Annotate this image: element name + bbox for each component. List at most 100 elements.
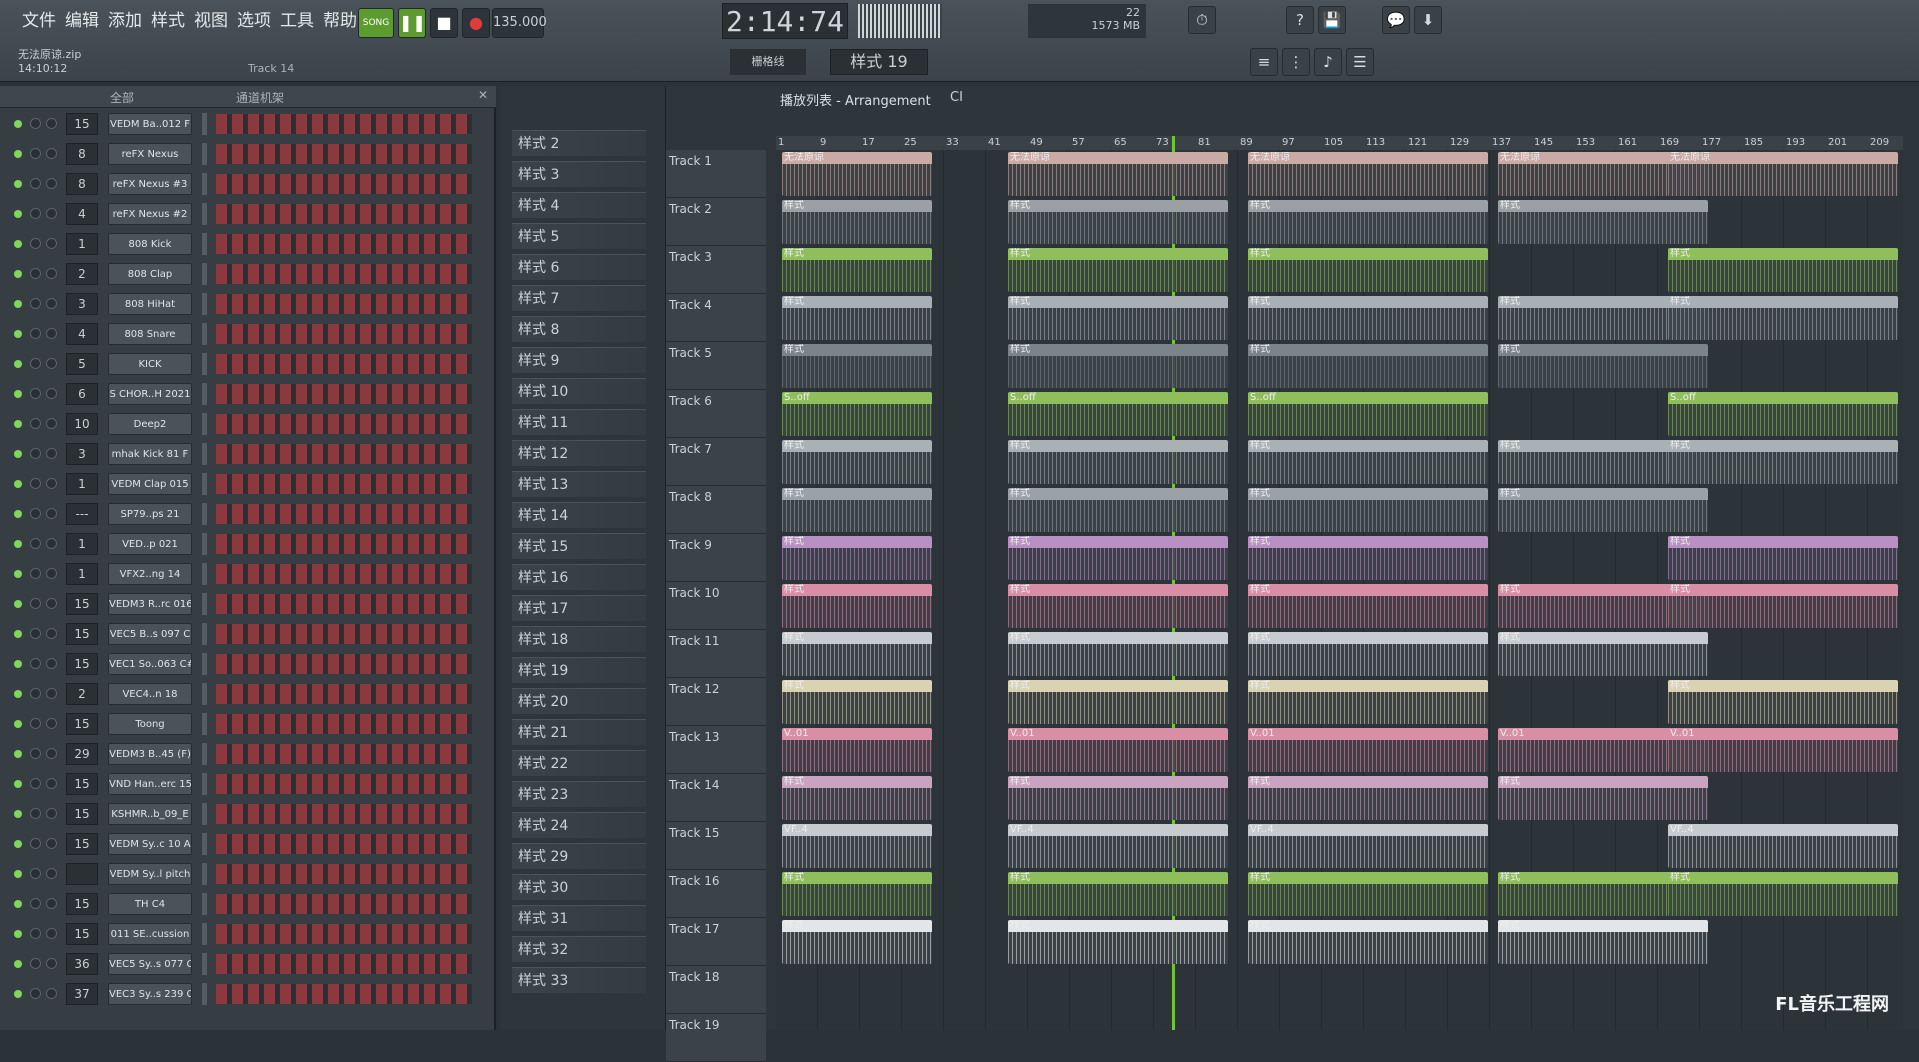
channel-name-button[interactable]: VEC5 B..s 097 C — [108, 623, 192, 645]
playlist-clip[interactable]: 样式 — [1498, 920, 1708, 964]
step-sequencer[interactable] — [216, 534, 472, 554]
channel-select[interactable] — [202, 533, 207, 555]
channel-name-button[interactable]: VEDM3 B..45 (F) — [108, 743, 192, 765]
volume-knob[interactable] — [46, 538, 57, 549]
pattern-item[interactable]: 样式 17 — [512, 595, 646, 621]
channel-name-button[interactable]: Deep2 — [108, 413, 192, 435]
mixer-track-number[interactable]: 6 — [66, 383, 98, 405]
pattern-item[interactable]: 样式 19 — [512, 657, 646, 683]
channel-name-button[interactable]: VND Han..erc 15 — [108, 773, 192, 795]
playlist-clip[interactable]: 样式 — [782, 872, 932, 916]
playlist-clip[interactable]: 样式 — [782, 584, 932, 628]
pan-knob[interactable] — [30, 118, 41, 129]
volume-knob[interactable] — [46, 238, 57, 249]
playlist-clip[interactable]: 样式 — [1248, 296, 1488, 340]
step-sequencer[interactable] — [216, 654, 472, 674]
playlist-clip[interactable]: V..01 — [1248, 728, 1488, 772]
playlist-clip[interactable]: VF..4 — [1008, 824, 1228, 868]
channel-enable-led[interactable] — [14, 360, 22, 368]
volume-knob[interactable] — [46, 148, 57, 159]
channel-row[interactable]: 1 VEDM Clap 015 — [0, 470, 480, 498]
channel-row[interactable]: 15 VEDM Sy..c 10 A — [0, 830, 480, 858]
step-sequencer[interactable] — [216, 174, 472, 194]
step-sequencer[interactable] — [216, 894, 472, 914]
mixer-track-number[interactable]: 2 — [66, 683, 98, 705]
playlist-clip[interactable]: 样式 — [1248, 680, 1488, 724]
channel-enable-led[interactable] — [14, 960, 22, 968]
pattern-item[interactable]: 样式 7 — [512, 285, 646, 311]
volume-knob[interactable] — [46, 268, 57, 279]
mixer-track-number[interactable]: 3 — [66, 293, 98, 315]
playlist-clip[interactable]: 样式 — [782, 776, 932, 820]
pan-knob[interactable] — [30, 478, 41, 489]
playlist-clip[interactable]: 样式 — [1008, 440, 1228, 484]
playlist-clip[interactable]: 样式 — [782, 680, 932, 724]
filter-dropdown[interactable]: 全部 — [110, 89, 134, 106]
piano-roll-icon[interactable]: ♪ — [1314, 48, 1342, 76]
volume-knob[interactable] — [46, 838, 57, 849]
playlist-clip[interactable]: 样式 — [782, 536, 932, 580]
track-header[interactable]: Track 6 — [666, 390, 766, 438]
track-header[interactable]: Track 8 — [666, 486, 766, 534]
playlist-clip[interactable]: 样式 — [1248, 584, 1488, 628]
channel-name-button[interactable]: KSHMR..b_09_E — [108, 803, 192, 825]
step-sequencer[interactable] — [216, 264, 472, 284]
playlist-clip[interactable]: 样式 — [1008, 776, 1228, 820]
playlist-clip[interactable]: 无法原谅 — [1008, 152, 1228, 196]
pan-knob[interactable] — [30, 598, 41, 609]
pattern-item[interactable]: 样式 2 — [512, 130, 646, 156]
channel-enable-led[interactable] — [14, 150, 22, 158]
channel-select[interactable] — [202, 563, 207, 585]
volume-knob[interactable] — [46, 448, 57, 459]
pan-knob[interactable] — [30, 418, 41, 429]
channel-row[interactable]: 15 011 SE..cussion — [0, 920, 480, 948]
channel-select[interactable] — [202, 593, 207, 615]
channel-enable-led[interactable] — [14, 420, 22, 428]
channel-row[interactable]: 2 VEC4..n 18 — [0, 680, 480, 708]
channel-select[interactable] — [202, 713, 207, 735]
playlist-clip[interactable]: S..off — [1668, 392, 1898, 436]
mixer-track-number[interactable]: 36 — [66, 953, 98, 975]
playlist-clip[interactable]: VF..4 — [1248, 824, 1488, 868]
channel-row[interactable]: VEDM Sy..l pitch — [0, 860, 480, 888]
channel-enable-led[interactable] — [14, 840, 22, 848]
playlist-clip[interactable]: 样式 — [1498, 776, 1708, 820]
channel-select[interactable] — [202, 353, 207, 375]
volume-knob[interactable] — [46, 748, 57, 759]
channel-select[interactable] — [202, 833, 207, 855]
channel-row[interactable]: 29 VEDM3 B..45 (F) — [0, 740, 480, 768]
channel-name-button[interactable]: 808 Kick — [108, 233, 192, 255]
pattern-item[interactable]: 样式 9 — [512, 347, 646, 373]
playlist-clip[interactable]: S..off — [1008, 392, 1228, 436]
mixer-track-number[interactable]: 1 — [66, 533, 98, 555]
track-header[interactable]: Track 7 — [666, 438, 766, 486]
mixer-track-number[interactable]: 15 — [66, 623, 98, 645]
playlist-clip[interactable]: 样式 — [782, 488, 932, 532]
playlist-clip[interactable]: 样式 — [1498, 632, 1708, 676]
step-sequencer[interactable] — [216, 924, 472, 944]
mixer-track-number[interactable]: 29 — [66, 743, 98, 765]
channel-select[interactable] — [202, 293, 207, 315]
channel-enable-led[interactable] — [14, 930, 22, 938]
pan-knob[interactable] — [30, 658, 41, 669]
pattern-item[interactable]: 样式 11 — [512, 409, 646, 435]
pan-knob[interactable] — [30, 808, 41, 819]
volume-knob[interactable] — [46, 928, 57, 939]
pan-knob[interactable] — [30, 748, 41, 759]
mixer-track-number[interactable]: 1 — [66, 233, 98, 255]
step-sequencer[interactable] — [216, 564, 472, 584]
channel-name-button[interactable]: SP79..ps 21 — [108, 503, 192, 525]
volume-knob[interactable] — [46, 358, 57, 369]
channel-name-button[interactable]: mhak Kick 81 F — [108, 443, 192, 465]
channel-enable-led[interactable] — [14, 450, 22, 458]
playlist-clip[interactable]: 样式 — [782, 200, 932, 244]
channel-row[interactable]: 15 VND Han..erc 15 — [0, 770, 480, 798]
playlist-clip[interactable]: S..off — [782, 392, 932, 436]
volume-knob[interactable] — [46, 418, 57, 429]
channel-name-button[interactable]: VEC1 So..063 C# — [108, 653, 192, 675]
channel-enable-led[interactable] — [14, 240, 22, 248]
track-header[interactable]: Track 4 — [666, 294, 766, 342]
channel-enable-led[interactable] — [14, 990, 22, 998]
channel-name-button[interactable]: 808 Snare — [108, 323, 192, 345]
close-icon[interactable]: ✕ — [478, 88, 488, 102]
